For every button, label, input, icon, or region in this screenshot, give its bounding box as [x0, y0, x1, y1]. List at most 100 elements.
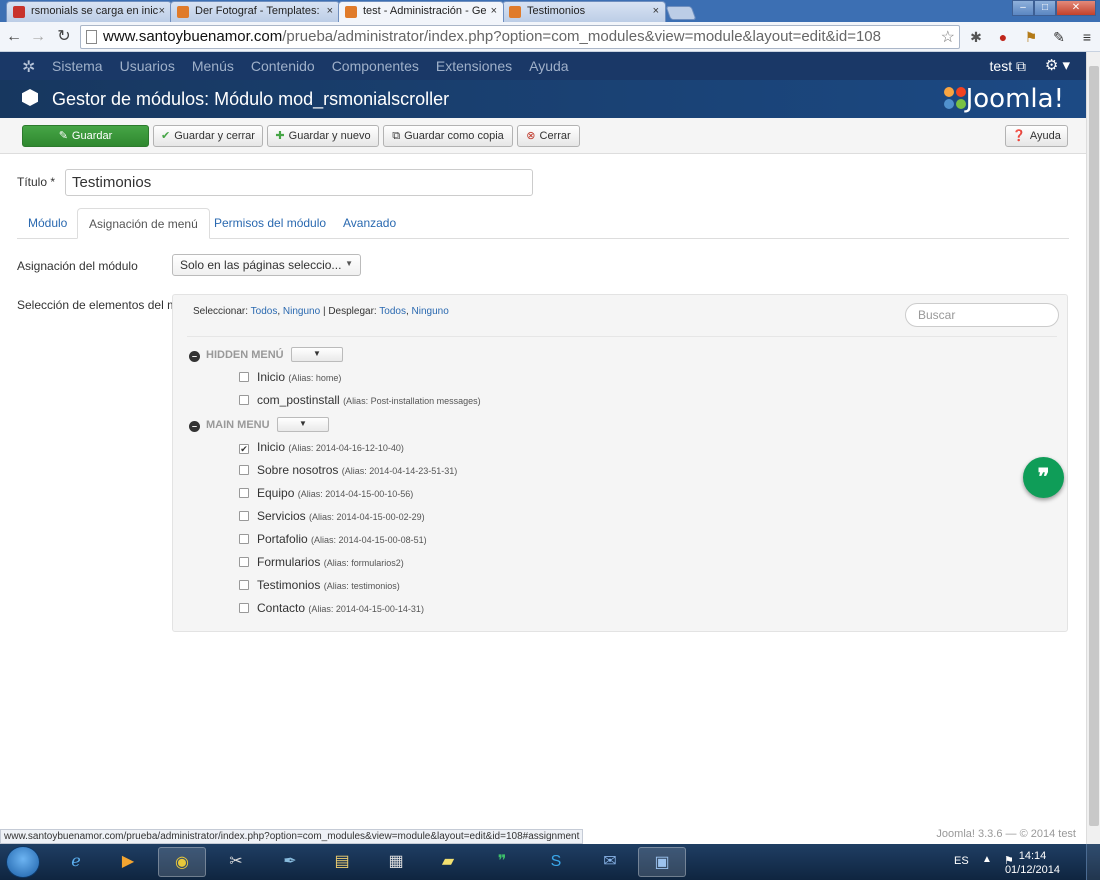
checkbox[interactable]: [239, 372, 249, 382]
close-button[interactable]: ⊗ Cerrar: [517, 125, 580, 147]
tray-arrow-icon[interactable]: ▲: [982, 854, 992, 865]
tab-close-icon[interactable]: ×: [491, 5, 497, 17]
list-item[interactable]: Sobre nosotros (Alias: 2014-04-14-23-51-…: [239, 463, 457, 477]
checkbox[interactable]: [239, 580, 249, 590]
checkbox[interactable]: [239, 395, 249, 405]
media-player-icon[interactable]: ▶: [104, 847, 152, 877]
collapse-minus-icon[interactable]: –: [189, 421, 200, 432]
menu-sistema[interactable]: Sistema: [52, 58, 103, 74]
list-item[interactable]: Portafolio (Alias: 2014-04-15-00-08-51): [239, 532, 427, 546]
tab-avanzado[interactable]: Avanzado: [332, 208, 407, 239]
chrome-icon[interactable]: ◉: [158, 847, 206, 877]
paint-icon[interactable]: ✒: [266, 847, 314, 877]
group-dropdown-button[interactable]: ▼: [291, 347, 343, 362]
maximize-icon[interactable]: □: [1034, 0, 1056, 16]
ie-icon[interactable]: ℯ: [52, 847, 100, 877]
select-all-link[interactable]: Todos: [251, 306, 278, 317]
help-button[interactable]: ❓ Ayuda: [1005, 125, 1068, 147]
skype-icon[interactable]: S: [532, 847, 580, 877]
group-dropdown-button[interactable]: ▼: [277, 417, 329, 432]
gear-icon[interactable]: ⚙ ▾: [1045, 56, 1070, 74]
collapse-minus-icon[interactable]: –: [189, 351, 200, 362]
list-item[interactable]: Equipo (Alias: 2014-04-15-00-10-56): [239, 486, 413, 500]
item-alias: (Alias: 2014-04-15-00-08-51): [311, 535, 427, 545]
user-link[interactable]: test ⧉: [990, 58, 1026, 75]
hangouts-taskbar-icon[interactable]: ❞: [478, 847, 526, 877]
clock[interactable]: 14:14 01/12/2014: [1005, 849, 1060, 877]
extension-key-icon[interactable]: ⚑: [1022, 28, 1040, 46]
browser-tab-2[interactable]: Der Fotograf - Templates: ×: [170, 1, 340, 22]
menu-usuarios[interactable]: Usuarios: [120, 58, 175, 74]
save-new-button[interactable]: ✚ Guardar y nuevo: [267, 125, 379, 147]
item-alias: (Alias: testimonios): [323, 581, 400, 591]
tab-modulo[interactable]: Módulo: [17, 208, 78, 239]
expand-all-link[interactable]: Todos: [379, 306, 406, 317]
checkbox[interactable]: [239, 465, 249, 475]
menu-extensiones[interactable]: Extensiones: [436, 58, 512, 74]
tab-asignacion-menu[interactable]: Asignación de menú: [77, 208, 210, 239]
list-item[interactable]: Formularios (Alias: formularios2): [239, 555, 404, 569]
expand-none-link[interactable]: Ninguno: [412, 306, 449, 317]
adblock-icon[interactable]: ●: [994, 28, 1012, 46]
checkbox[interactable]: [239, 511, 249, 521]
forward-arrow-icon[interactable]: →: [28, 27, 48, 47]
item-label: Servicios: [257, 509, 306, 523]
minimize-icon[interactable]: –: [1012, 0, 1034, 16]
extension-pen-icon[interactable]: ✎: [1050, 28, 1068, 46]
list-item[interactable]: Testimonios (Alias: testimonios): [239, 578, 400, 592]
close-circle-icon: ⊗: [526, 130, 536, 142]
browser-tab-1[interactable]: rsmonials se carga en inic ×: [6, 1, 172, 22]
save-copy-button[interactable]: ⧉ Guardar como copia: [383, 125, 513, 147]
tab-close-icon[interactable]: ×: [653, 5, 659, 17]
menu-ayuda[interactable]: Ayuda: [529, 58, 568, 74]
select-expand-row: Seleccionar: Todos, Ninguno | Desplegar:…: [193, 306, 449, 317]
vertical-scrollbar[interactable]: [1086, 52, 1100, 844]
remote-desktop-icon[interactable]: ▣: [638, 847, 686, 877]
hangouts-quote-icon[interactable]: ❞: [1023, 457, 1064, 498]
search-input[interactable]: Buscar: [905, 303, 1059, 327]
tab-close-icon[interactable]: ×: [327, 5, 333, 17]
network-icon[interactable]: ✉: [586, 847, 634, 877]
tab-close-icon[interactable]: ×: [159, 5, 165, 17]
bookmark-star-icon[interactable]: ☆: [941, 27, 955, 47]
window-close-icon[interactable]: ✕: [1056, 0, 1096, 16]
select-none-link[interactable]: Ninguno: [283, 306, 320, 317]
chrome-menu-icon[interactable]: ≡: [1078, 28, 1096, 46]
assignment-select[interactable]: Solo en las páginas seleccio... ▼: [172, 254, 361, 276]
list-item[interactable]: ✔ Inicio (Alias: 2014-04-16-12-10-40): [239, 440, 404, 454]
list-item[interactable]: Contacto (Alias: 2014-04-15-00-14-31): [239, 601, 424, 615]
scrollbar-thumb[interactable]: [1089, 66, 1099, 826]
save-button[interactable]: ✎ Guardar: [22, 125, 149, 147]
browser-tab-4[interactable]: Testimonios ×: [502, 1, 666, 22]
apps-grid-icon[interactable]: ▦: [372, 847, 420, 877]
new-tab-button[interactable]: [665, 6, 697, 20]
notes-icon[interactable]: ▰: [424, 847, 472, 877]
checkbox[interactable]: [239, 557, 249, 567]
menu-componentes[interactable]: Componentes: [332, 58, 419, 74]
back-arrow-icon[interactable]: ←: [4, 27, 24, 47]
save-close-button[interactable]: ✔ Guardar y cerrar: [153, 125, 263, 147]
checkbox[interactable]: [239, 534, 249, 544]
show-desktop-button[interactable]: [1086, 844, 1100, 880]
menu-menus[interactable]: Menús: [192, 58, 234, 74]
tab-permisos[interactable]: Permisos del módulo: [203, 208, 337, 239]
tab-title: rsmonials se carga en inic: [31, 5, 159, 17]
checkbox-checked[interactable]: ✔: [239, 444, 249, 454]
browser-tab-3-active[interactable]: test - Administración - Ge ×: [338, 1, 504, 22]
menu-contenido[interactable]: Contenido: [251, 58, 315, 74]
joomla-logo-icon[interactable]: ✲: [22, 57, 35, 77]
url-field[interactable]: www.santoybuenamor.com/prueba/administra…: [80, 25, 960, 49]
title-input[interactable]: Testimonios: [65, 169, 533, 196]
list-item[interactable]: Servicios (Alias: 2014-04-15-00-02-29): [239, 509, 425, 523]
folder-icon[interactable]: ▤: [318, 847, 366, 877]
start-button-icon[interactable]: [6, 846, 40, 878]
extension-puzzle-icon[interactable]: ✱: [967, 28, 985, 46]
checkbox[interactable]: [239, 603, 249, 613]
checkbox[interactable]: [239, 488, 249, 498]
reload-icon[interactable]: ↻: [54, 27, 74, 47]
list-item[interactable]: com_postinstall (Alias: Post-installatio…: [239, 393, 481, 407]
url-path: /prueba/administrator/index.php?option=c…: [282, 28, 881, 45]
list-item[interactable]: Inicio (Alias: home): [239, 370, 341, 384]
language-indicator[interactable]: ES: [954, 855, 969, 867]
tool-icon[interactable]: ✂: [212, 847, 260, 877]
